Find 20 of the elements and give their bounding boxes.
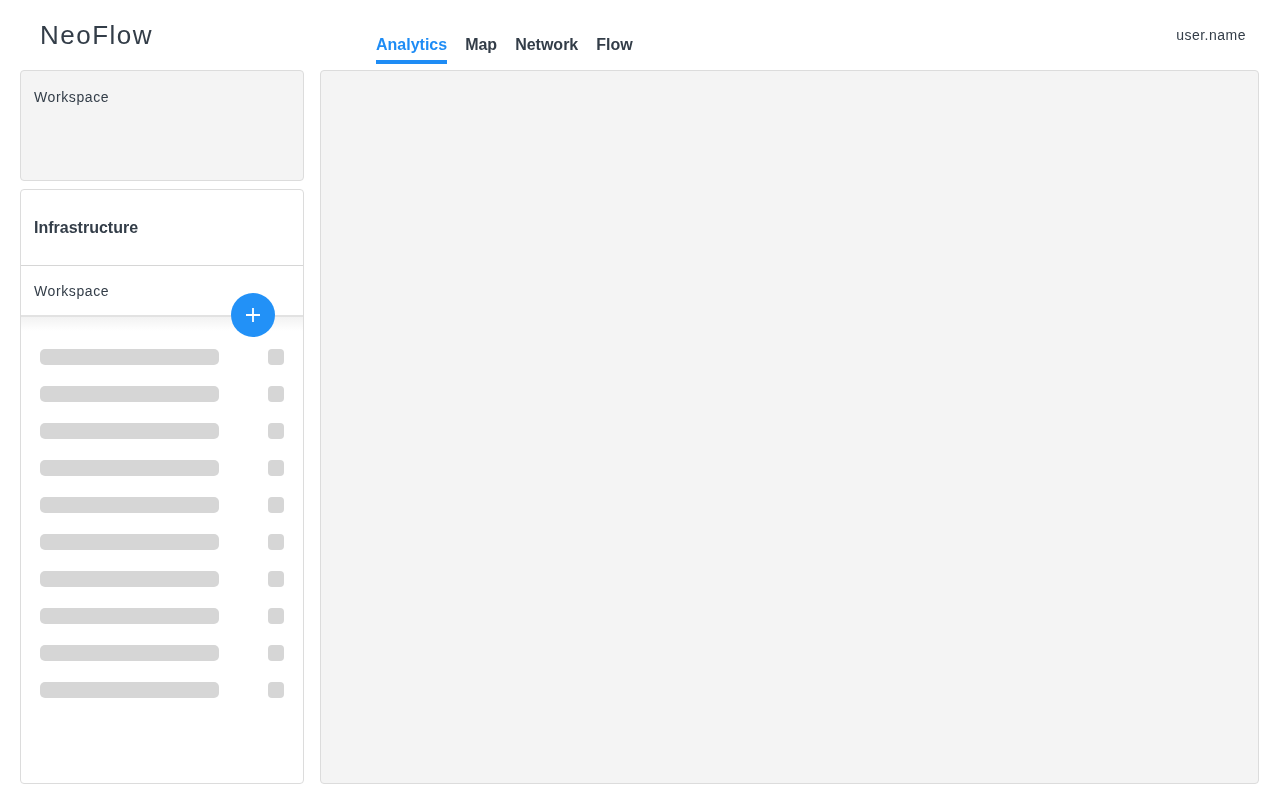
plus-icon xyxy=(245,307,261,323)
skeleton-square xyxy=(268,349,284,365)
workspace-label: Workspace xyxy=(34,89,110,105)
app-logo: NeoFlow xyxy=(40,19,155,51)
skeleton-square xyxy=(268,571,284,587)
nav-tab[interactable]: Flow xyxy=(596,24,633,64)
section-title: Infrastructure xyxy=(34,218,139,237)
skeleton-square xyxy=(268,497,284,513)
user-name[interactable]: user.name xyxy=(1176,27,1246,43)
skeleton-square xyxy=(268,682,284,698)
add-button[interactable] xyxy=(231,293,275,337)
skeleton-square xyxy=(268,645,284,661)
nav-tab[interactable]: Network xyxy=(515,24,579,64)
skeleton-square xyxy=(268,386,284,402)
skeleton-square xyxy=(268,460,284,476)
skeleton-square xyxy=(268,423,284,439)
skeleton-square xyxy=(268,534,284,550)
workspace-item[interactable]: Workspace xyxy=(34,282,110,299)
nav-tab[interactable]: Map xyxy=(465,24,498,64)
skeleton-square xyxy=(268,608,284,624)
